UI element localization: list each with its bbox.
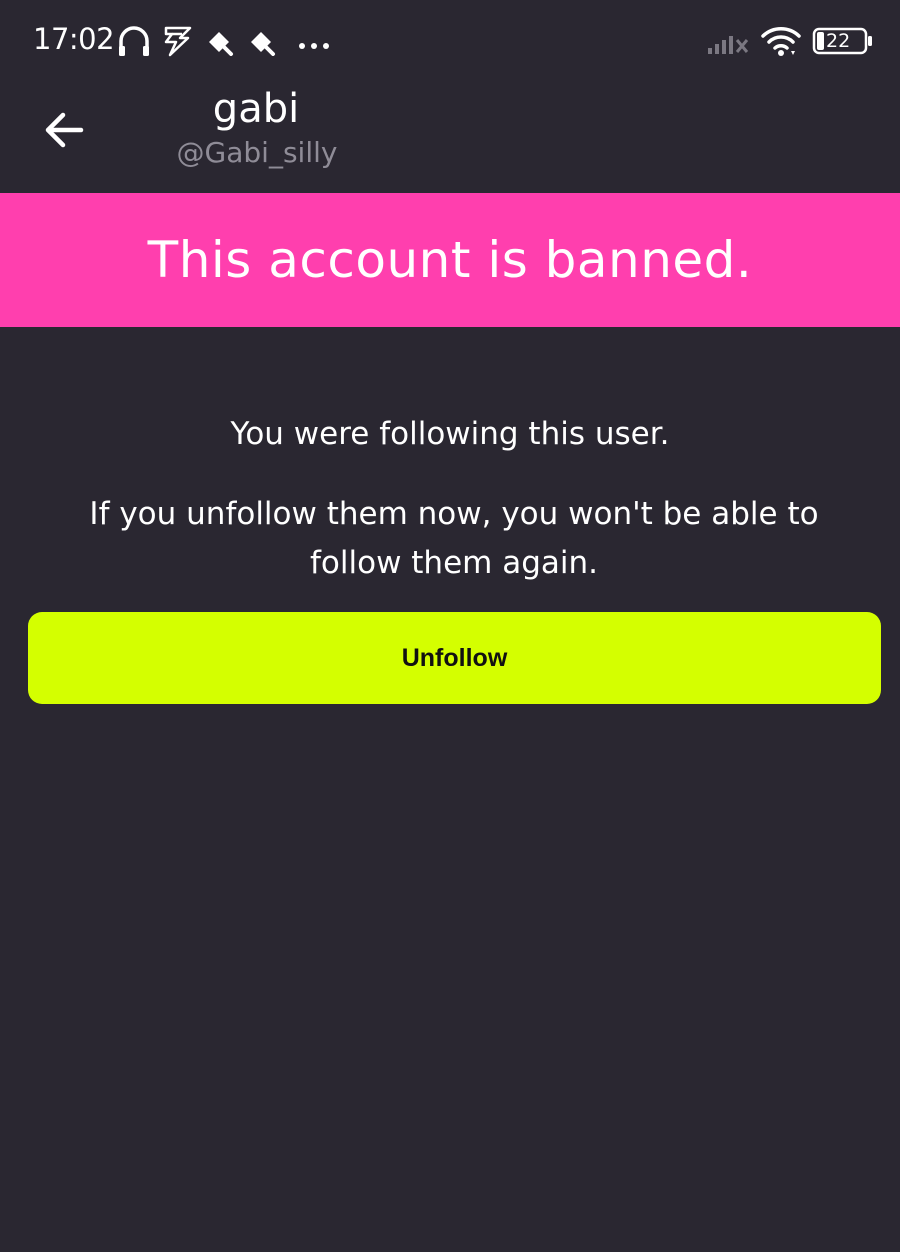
unfollow-warning: If you unfollow them now, you won't be a…	[89, 496, 819, 581]
status-bar: 17:02 22	[0, 0, 900, 84]
arrow-left-icon	[43, 110, 85, 154]
profile-name: gabi	[212, 86, 300, 132]
unfollow-button-label: Unfollow	[401, 643, 508, 672]
back-button[interactable]	[36, 106, 92, 158]
unfollow-button[interactable]: Unfollow	[28, 612, 881, 704]
banned-banner: This account is banned.	[0, 193, 900, 327]
profile-handle: @Gabi_silly	[176, 136, 338, 169]
notification-app-icon	[205, 28, 235, 60]
sync-bolt-icon	[160, 24, 194, 62]
headphones-icon	[116, 24, 152, 62]
more-dots-icon	[298, 36, 332, 55]
battery-level: 22	[826, 30, 851, 52]
banned-message: This account is banned.	[147, 231, 753, 289]
profile-header: gabi @Gabi_silly	[0, 84, 900, 193]
signal-no-service-icon	[706, 28, 750, 60]
notification-app-icon	[247, 28, 277, 60]
wifi-icon	[760, 24, 802, 62]
status-time: 17:02	[33, 22, 115, 56]
following-notice: You were following this user.	[230, 416, 670, 452]
